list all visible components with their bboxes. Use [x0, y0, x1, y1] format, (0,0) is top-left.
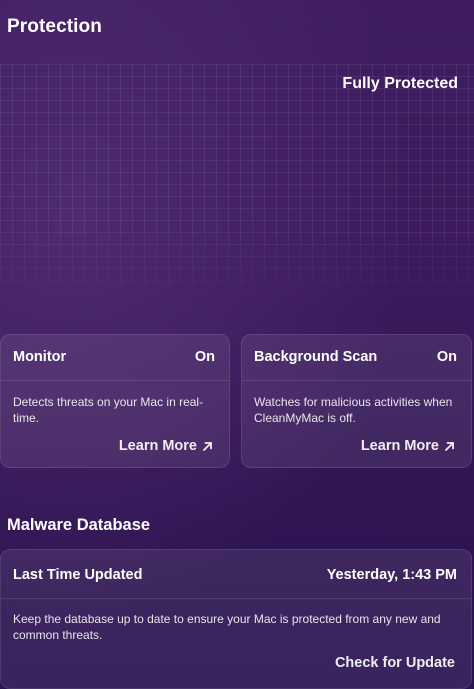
- background-scan-state-toggle[interactable]: On: [437, 349, 457, 365]
- monitor-title: Monitor: [13, 349, 67, 365]
- divider: [242, 380, 471, 381]
- last-updated-value: Yesterday, 1:43 PM: [326, 567, 457, 583]
- divider: [1, 380, 229, 381]
- last-updated-label: Last Time Updated: [13, 567, 143, 583]
- background-grid: [0, 64, 474, 304]
- protection-status: Fully Protected: [342, 75, 458, 92]
- arrow-up-right-icon: [444, 441, 455, 452]
- arrow-up-right-icon: [202, 441, 213, 452]
- app-window: { "page": { "title": "Protection", "stat…: [0, 0, 474, 689]
- background-scan-card: Background Scan On Watches for malicious…: [241, 334, 472, 468]
- learn-more-label: Learn More: [360, 438, 439, 454]
- background-scan-title: Background Scan: [254, 349, 378, 365]
- background-scan-description: Watches for malicious activities when Cl…: [254, 395, 453, 425]
- last-updated-row: Last Time Updated Yesterday, 1:43 PM: [13, 567, 457, 583]
- check-for-update-button[interactable]: Check for Update: [335, 655, 455, 671]
- malware-database-title: Malware Database: [7, 516, 151, 534]
- page-title: Protection: [7, 16, 102, 37]
- background-scan-card-header: Background Scan On: [254, 349, 457, 365]
- monitor-description: Detects threats on your Mac in real-time…: [13, 395, 204, 425]
- background-scan-learn-more-link[interactable]: Learn More: [361, 438, 455, 454]
- malware-database-description: Keep the database up to date to ensure y…: [13, 612, 441, 642]
- divider: [1, 598, 471, 599]
- monitor-state-toggle[interactable]: On: [195, 349, 215, 365]
- monitor-learn-more-link[interactable]: Learn More: [119, 438, 213, 454]
- malware-database-card: Last Time Updated Yesterday, 1:43 PM Kee…: [0, 549, 472, 689]
- monitor-card-header: Monitor On: [13, 349, 215, 365]
- monitor-card: Monitor On Detects threats on your Mac i…: [0, 334, 230, 468]
- learn-more-label: Learn More: [118, 438, 197, 454]
